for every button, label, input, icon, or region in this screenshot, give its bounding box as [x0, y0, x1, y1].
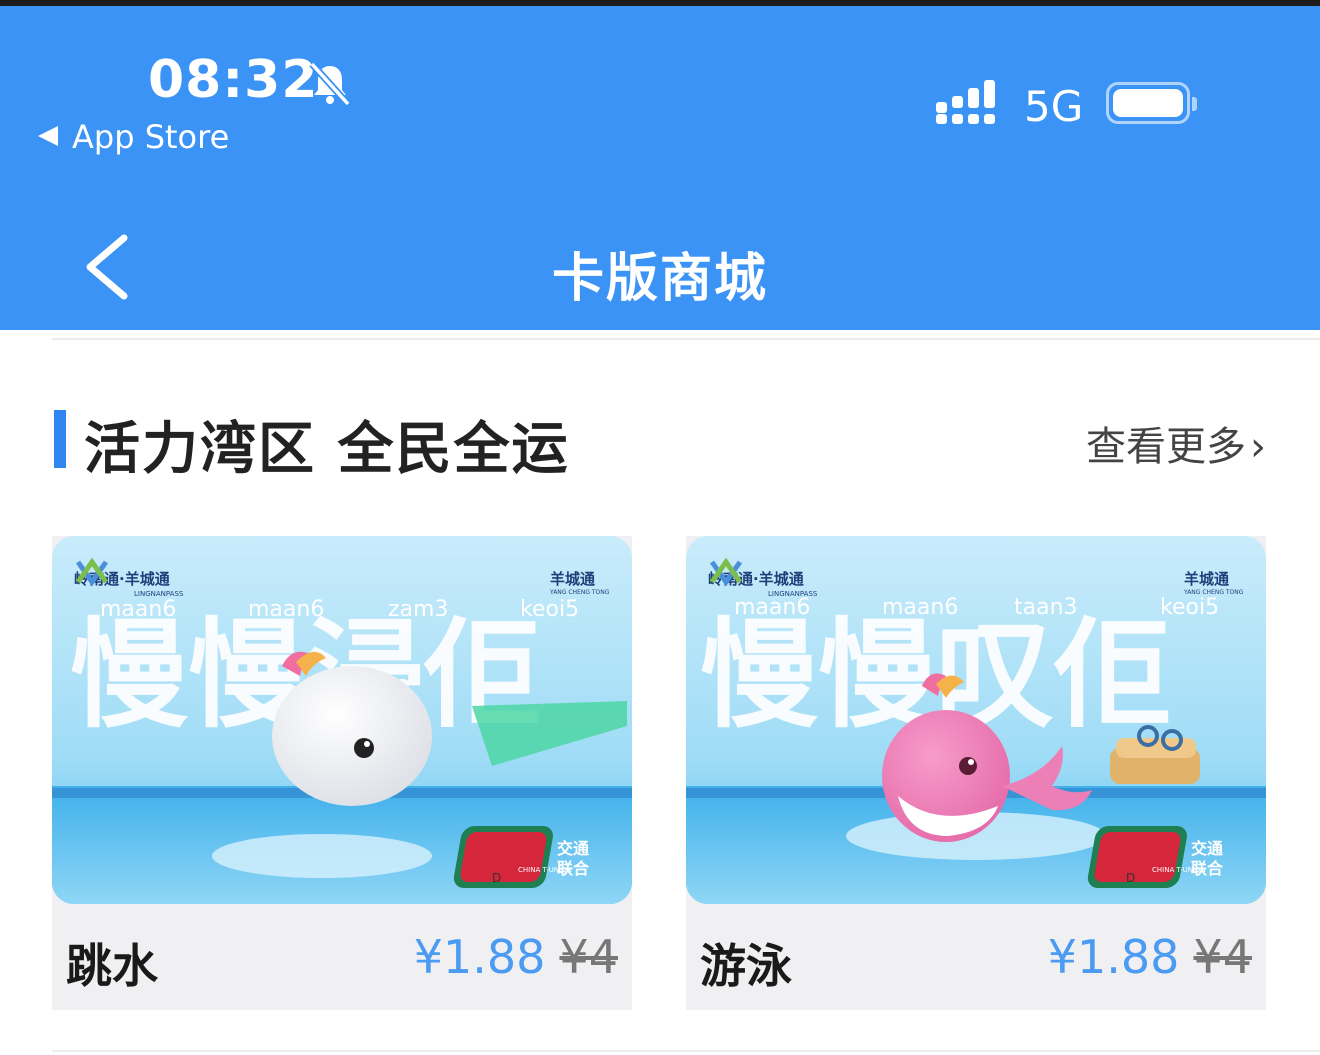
card-artwork: 慢慢叹佢 岭南通·羊城通 LINGNANPASS 羊城通 YANG CHEN: [686, 536, 1266, 904]
card-d-mark: D: [1126, 871, 1135, 885]
view-more-label: 查看更多: [1086, 424, 1246, 470]
cellular-signal-icon: [936, 80, 995, 124]
card-brand-right: 羊城通: [550, 570, 595, 588]
svg-text:CHINA T-UNION: CHINA T-UNION: [518, 866, 572, 874]
product-card[interactable]: 慢慢浸佢 岭南通·羊城通 LINGNANPASS 羊城通 YANG CHENG …: [52, 536, 632, 1010]
current-price: ¥1.88: [1047, 930, 1180, 984]
page-title: 卡版商城: [551, 249, 768, 309]
section-title: 活力湾区 全民全运: [84, 417, 570, 482]
back-to-app-store[interactable]: App Store: [38, 118, 229, 156]
view-more-link[interactable]: 查看更多 ›: [1082, 414, 1266, 472]
card-jyutping-2: maan6: [882, 595, 958, 620]
card-brand-right: 羊城通: [1184, 570, 1229, 588]
header-bar: 08:32 App Store 5G 卡版商城: [0, 0, 1320, 330]
original-price: ¥4: [559, 930, 618, 984]
product-card[interactable]: 慢慢叹佢 岭南通·羊城通 LINGNANPASS 羊城通 YANG CHEN: [686, 536, 1266, 1010]
card-jyutping-1: maan6: [100, 597, 176, 622]
card-artwork: 慢慢浸佢 岭南通·羊城通 LINGNANPASS 羊城通 YANG CHENG …: [52, 536, 632, 904]
card-jyutping-4: keoi5: [1160, 595, 1219, 620]
card-jyutping-4: keoi5: [520, 597, 579, 622]
top-divider: [52, 338, 1320, 340]
svg-text:交通: 交通: [557, 839, 589, 858]
svg-text:交通: 交通: [1191, 839, 1223, 858]
back-app-label: App Store: [72, 118, 230, 156]
bell-muted-icon: [309, 61, 351, 106]
original-price: ¥4: [1193, 930, 1252, 984]
card-price: ¥1.88 ¥4: [414, 930, 618, 984]
card-name: 跳水: [66, 939, 158, 993]
card-jyutping-3: zam3: [388, 597, 448, 622]
bottom-divider: [52, 1050, 1320, 1052]
chevron-right-icon: ›: [1250, 424, 1266, 470]
card-price: ¥1.88 ¥4: [1048, 930, 1252, 984]
section-accent-bar: [54, 410, 66, 468]
card-name: 游泳: [700, 939, 792, 993]
network-type: 5G: [1024, 82, 1084, 131]
card-jyutping-2: maan6: [248, 597, 324, 622]
back-triangle-icon: [38, 126, 58, 146]
card-jyutping-1: maan6: [734, 595, 810, 620]
battery-icon: [1106, 82, 1197, 124]
svg-text:CHINA T-UNION: CHINA T-UNION: [1152, 866, 1206, 874]
card-brand-right-sub: YANG CHENG TONG: [549, 589, 610, 596]
card-jyutping-3: taan3: [1014, 595, 1078, 620]
status-time: 08:32: [148, 50, 319, 110]
card-d-mark: D: [492, 871, 501, 885]
current-price: ¥1.88: [413, 930, 546, 984]
